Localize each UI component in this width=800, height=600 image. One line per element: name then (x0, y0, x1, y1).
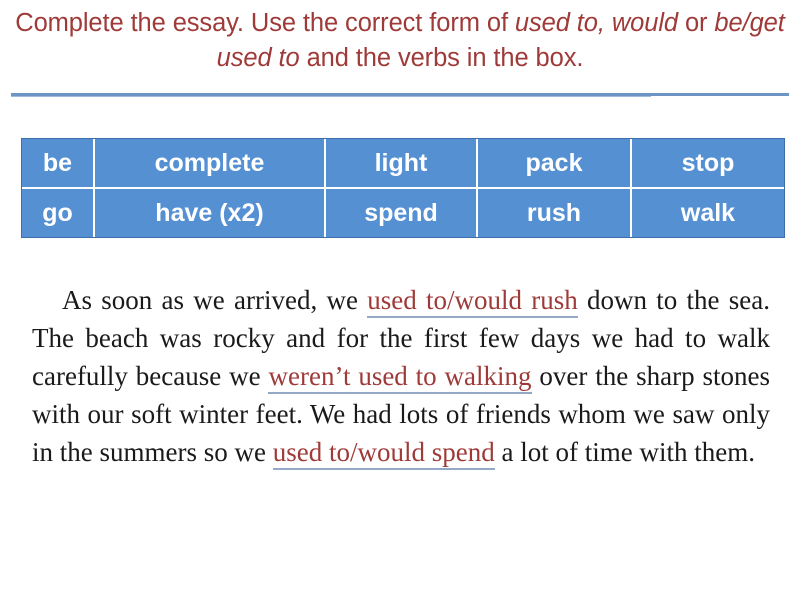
essay-text-part-4: a lot of time with them. (494, 437, 755, 467)
word-cell-pack: pack (476, 139, 632, 189)
essay-answer-1: used to/would rush (367, 285, 578, 318)
instruction-segment-3: and the verbs in the box. (299, 44, 584, 72)
word-cell-stop: stop (630, 139, 784, 189)
word-cell-rush: rush (476, 187, 632, 237)
word-bank-table: be complete light pack stop go have (x2)… (22, 139, 784, 237)
instruction-segment-1: Complete the essay. Use the correct form… (15, 9, 515, 37)
essay-answer-2: weren’t used to walking (268, 361, 532, 394)
page-title: Complete the essay. Use the correct form… (14, 6, 786, 76)
word-cell-go: go (22, 187, 95, 237)
word-cell-be: be (22, 139, 95, 189)
word-cell-have: have (x2) (93, 187, 326, 237)
word-cell-complete: complete (93, 139, 326, 189)
table-row: go have (x2) spend rush walk (22, 187, 784, 237)
essay-answer-3: used to/would spend (272, 437, 495, 470)
word-cell-light: light (324, 139, 478, 189)
essay-text-part-1: As soon as we arrived, we (62, 285, 368, 315)
word-cell-walk: walk (630, 187, 784, 237)
instruction-segment-2: or (677, 9, 715, 37)
instruction-emphasis-1: used to, would (514, 9, 678, 37)
essay-paragraph: As soon as we arrived, we used to/would … (32, 281, 770, 471)
table-row: be complete light pack stop (22, 139, 784, 189)
title-divider-highlight (11, 96, 651, 97)
word-cell-spend: spend (324, 187, 478, 237)
